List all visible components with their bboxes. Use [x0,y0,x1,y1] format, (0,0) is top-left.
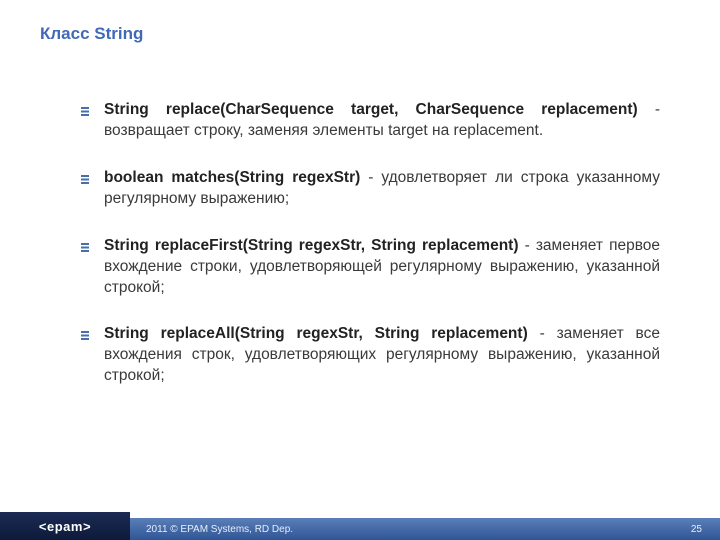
epam-logo: <epam> [39,519,91,534]
bullet-icon [80,106,90,116]
list-item: String replace(CharSequence target, Char… [80,100,660,142]
bullet-icon [80,242,90,252]
method-signature: String replaceAll(String regexStr, Strin… [104,325,528,342]
separator: - [360,169,381,186]
list-item: boolean matches(String regexStr) - удовл… [80,168,660,210]
method-signature: boolean matches(String regexStr) [104,169,360,186]
copyright-text: 2011 © EPAM Systems, RD Dep. [146,524,293,535]
method-signature: String replace(CharSequence target, Char… [104,101,638,118]
list-item: String replaceFirst(String regexStr, Str… [80,236,660,299]
list-item-text: boolean matches(String regexStr) - удовл… [104,168,660,210]
separator: - [519,237,536,254]
list-item-text: String replaceAll(String regexStr, Strin… [104,324,660,387]
content-area: String replace(CharSequence target, Char… [80,100,660,413]
page-number: 25 [691,524,702,535]
slide-title: Класс String [40,24,143,44]
footer-logo-box: <epam> [0,512,130,540]
slide: Класс String String replace(CharSequence… [0,0,720,540]
separator: - [528,325,557,342]
method-signature: String replaceFirst(String regexStr, Str… [104,237,519,254]
list-item-text: String replace(CharSequence target, Char… [104,100,660,142]
footer: <epam> 2011 © EPAM Systems, RD Dep. 25 [0,512,720,540]
bullet-icon [80,174,90,184]
footer-bar: 2011 © EPAM Systems, RD Dep. 25 [130,518,720,540]
method-description: возвращает строку, заменяя элементы targ… [104,122,543,139]
list-item: String replaceAll(String regexStr, Strin… [80,324,660,387]
bullet-icon [80,330,90,340]
list-item-text: String replaceFirst(String regexStr, Str… [104,236,660,299]
separator: - [638,101,660,118]
